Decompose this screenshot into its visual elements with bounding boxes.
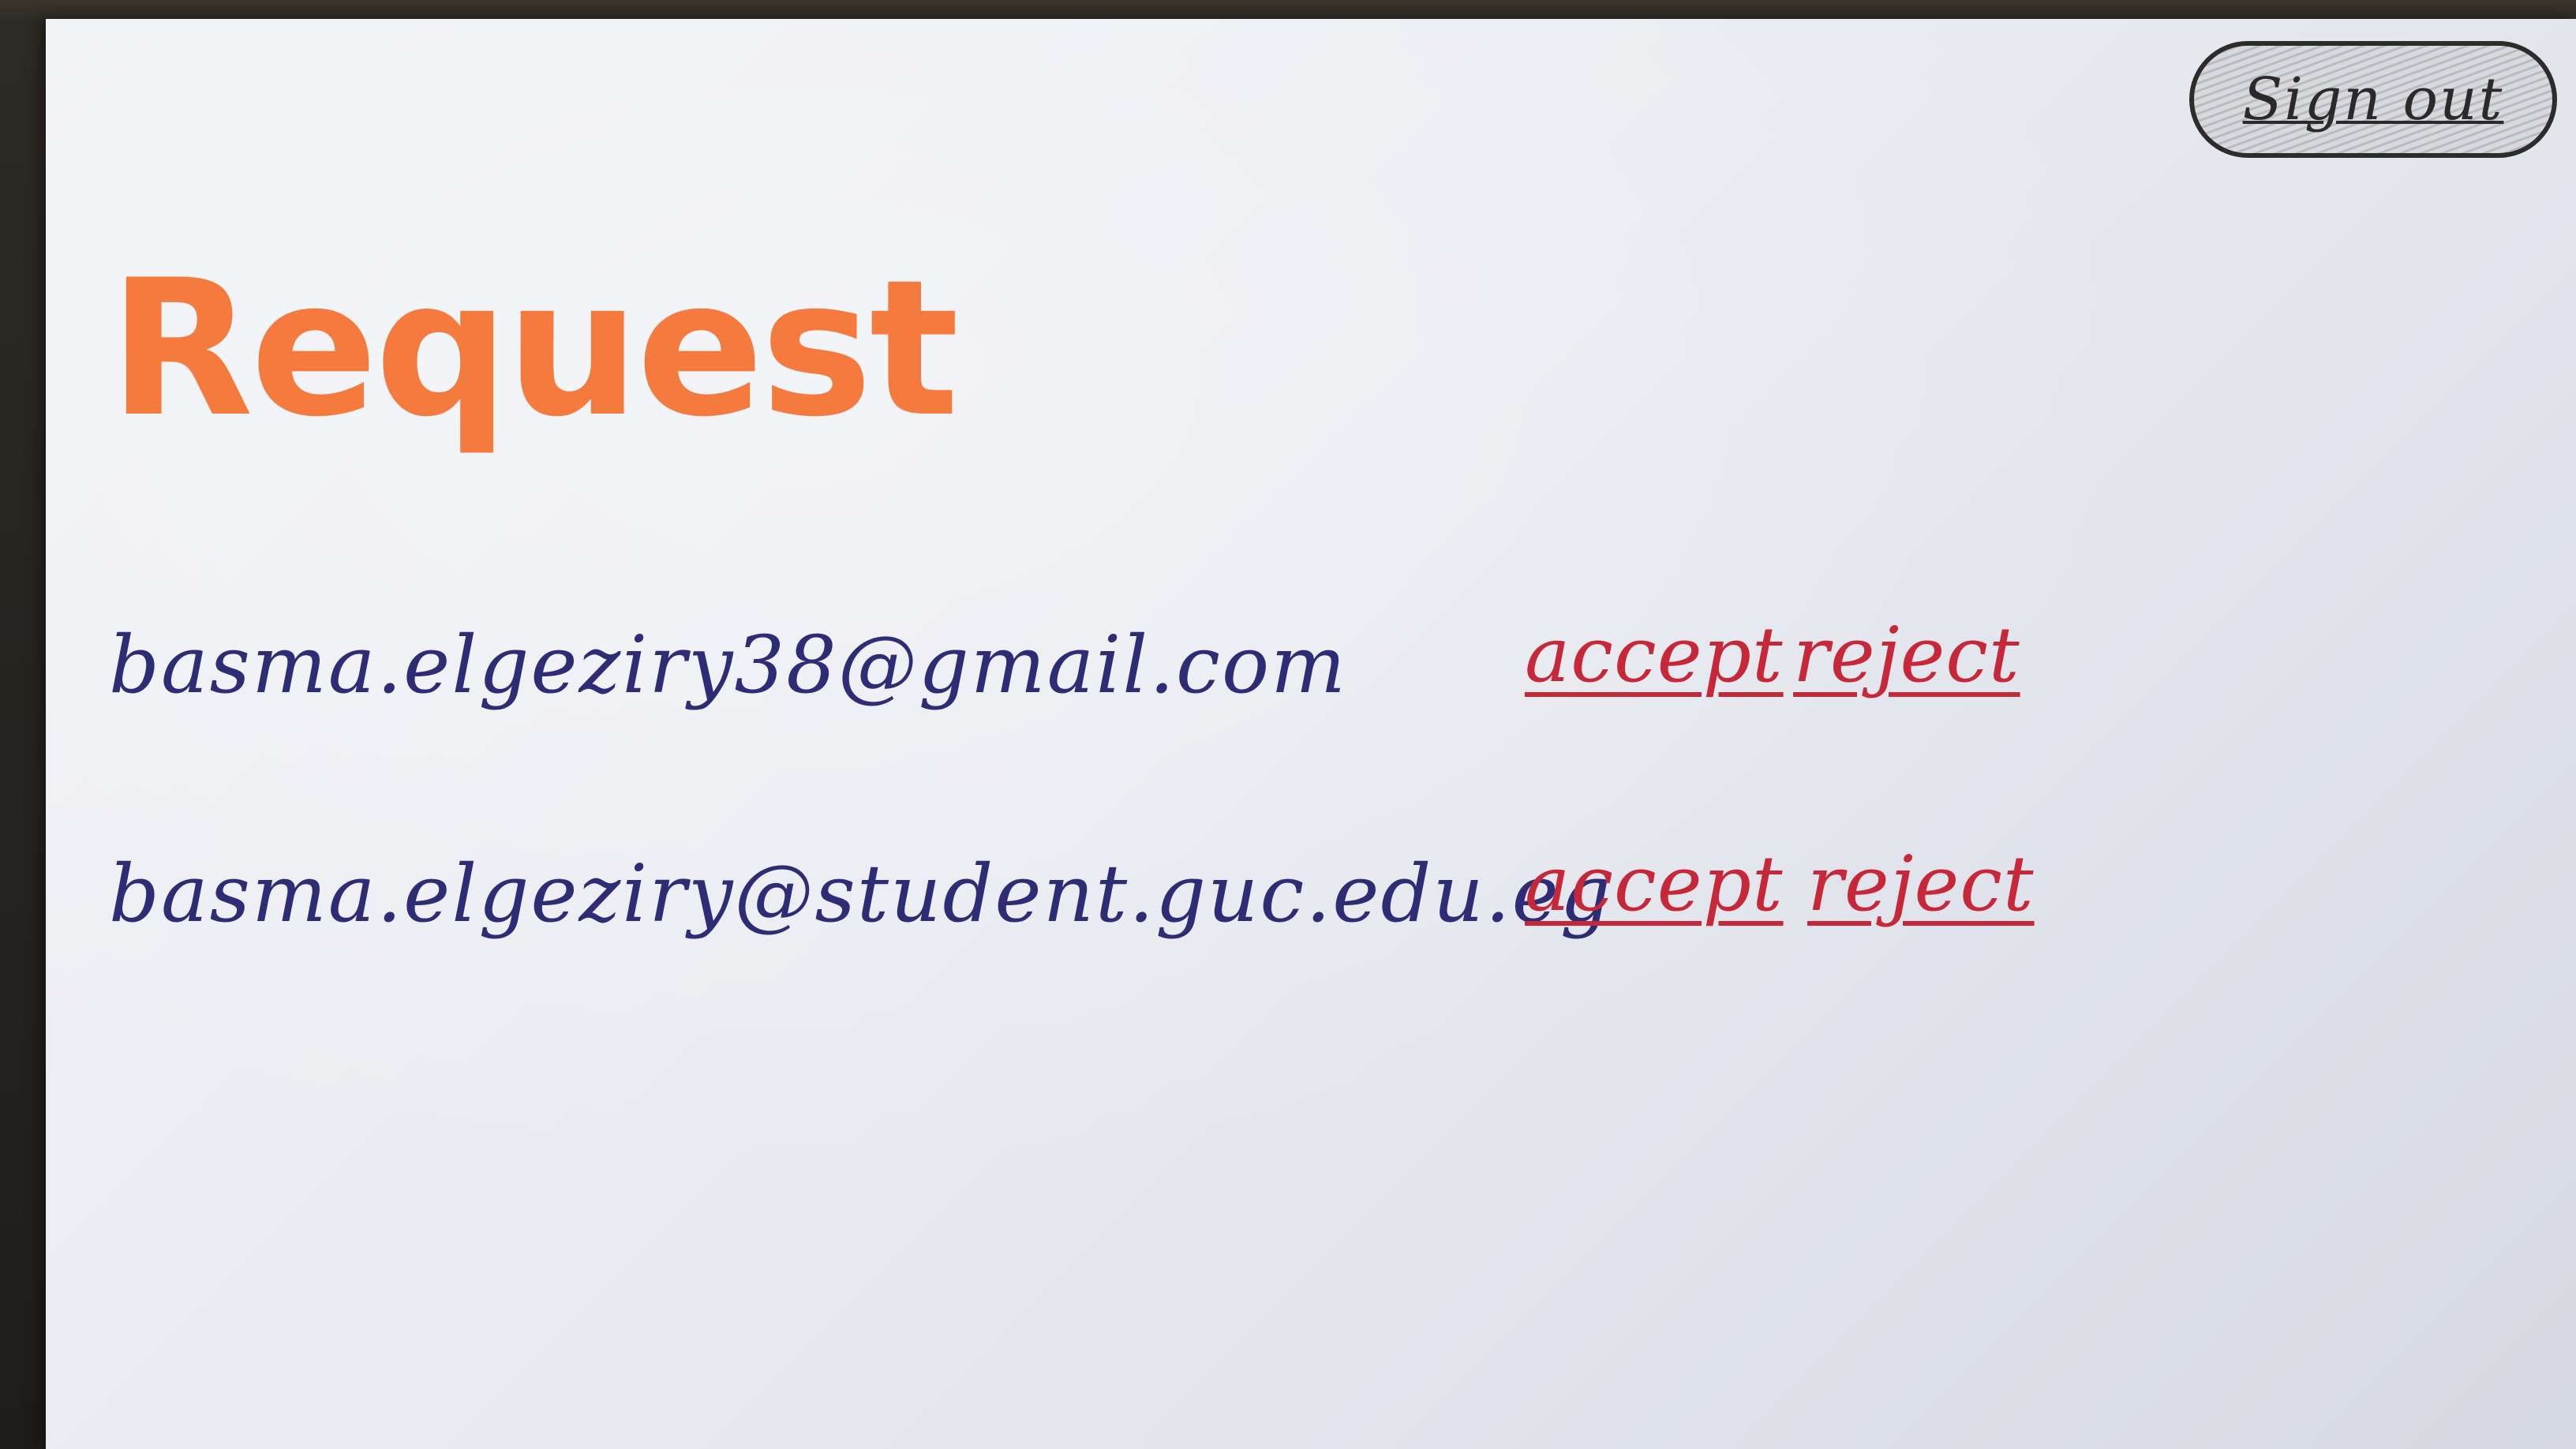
request-email: basma.elgeziry38@gmail.com <box>109 619 1347 711</box>
sign-out-label: Sign out <box>2242 66 2504 133</box>
page-title: Request <box>109 240 959 459</box>
request-row: basma.elgeziry@student.guc.edu.eg accept… <box>46 824 2576 982</box>
accept-link[interactable]: accept <box>1525 840 1784 928</box>
accept-link[interactable]: accept <box>1525 611 1784 699</box>
reject-link[interactable]: reject <box>1793 611 2020 699</box>
request-email: basma.elgeziry@student.guc.edu.eg <box>109 848 1612 940</box>
screen: Sign out Request basma.elgeziry38@gmail.… <box>0 0 2576 1449</box>
reject-link[interactable]: reject <box>1807 840 2035 928</box>
paper-sheet: Sign out Request basma.elgeziry38@gmail.… <box>46 19 2576 1449</box>
request-row: basma.elgeziry38@gmail.com accept reject <box>46 595 2576 753</box>
sign-out-button[interactable]: Sign out <box>2189 41 2557 158</box>
